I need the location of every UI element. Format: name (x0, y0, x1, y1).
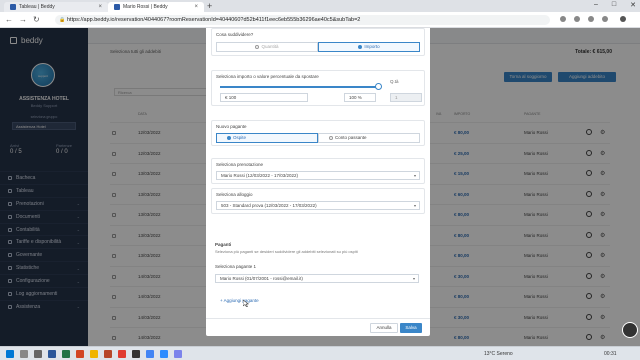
minimize-icon[interactable]: – (594, 1, 598, 9)
option-label: Ospite (233, 135, 247, 140)
room-value: 503 - Standard prova (12/03/2022 - 17/03… (221, 203, 317, 208)
reload-icon[interactable]: ↻ (33, 15, 40, 24)
browser-tab-tableau[interactable]: Tableau | Beddy × (4, 2, 108, 12)
browser-tabbar: Tableau | Beddy × Mario Rossi | Beddy × … (0, 0, 640, 12)
browser-tab-reservation[interactable]: Mario Rossi | Beddy × (108, 2, 204, 12)
app-icon[interactable] (104, 350, 112, 358)
extension-icon[interactable] (588, 16, 594, 22)
quantity-label: Q.tà (390, 79, 399, 84)
split-type-section: Cosa suddividere? Quantità Importo (211, 28, 425, 56)
back-icon[interactable]: ← (5, 15, 13, 24)
option-amount[interactable]: Importo (318, 42, 420, 52)
save-button[interactable]: Salva (400, 323, 422, 333)
quantity-input: 1 (390, 93, 422, 102)
amount-section: Seleziona importo o valore percentuale d… (211, 70, 425, 106)
option-pass-account[interactable]: Conto passante (318, 133, 420, 143)
taskview-icon[interactable] (34, 350, 42, 358)
forward-icon[interactable]: → (19, 15, 27, 24)
new-payer-section: Nuovo pagante Ospite Conto passante (211, 120, 425, 146)
extension-icon[interactable] (574, 16, 580, 22)
system-clock[interactable]: 00:31 (604, 351, 617, 357)
reservation-select[interactable]: Mario Rossi (12/03/2022 - 17/03/2022) ▾ (216, 171, 420, 180)
close-tab-icon[interactable]: × (98, 2, 102, 12)
chevron-down-icon: ▾ (413, 203, 416, 208)
mouse-cursor-icon (243, 300, 249, 307)
url-field[interactable]: 🔒 https://app.beddy.io/reservation/40440… (55, 15, 550, 25)
close-window-icon[interactable]: ✕ (630, 1, 636, 9)
option-label: Conto passante (335, 135, 367, 140)
lock-icon: 🔒 (59, 17, 66, 23)
percentage-slider-track[interactable] (220, 86, 376, 88)
percent-input[interactable]: 100 % (344, 93, 376, 102)
chevron-down-icon: ▾ (412, 276, 415, 281)
payer1-value: Mario Rossi (01/07/2001 - rossi@email.it… (220, 276, 303, 281)
extension-icon[interactable] (560, 16, 566, 22)
radio-checked-icon (358, 44, 363, 49)
powerpoint-icon[interactable] (76, 350, 84, 358)
new-payer-label: Nuovo pagante (216, 124, 247, 129)
slider-label: Seleziona importo o valore percentuale d… (216, 74, 319, 79)
room-select[interactable]: 503 - Standard prova (12/03/2022 - 17/03… (216, 201, 420, 210)
radio-icon (329, 135, 333, 140)
payer1-label: Seleziona pagante 1 (215, 264, 257, 269)
app-icon[interactable] (174, 350, 182, 358)
beddy-favicon (10, 4, 16, 10)
webcam-overlay (622, 322, 638, 338)
app-icon[interactable] (118, 350, 126, 358)
reservation-label: Seleziona prenotazione (216, 162, 264, 167)
payer1-select[interactable]: Mario Rossi (01/07/2001 - rossi@email.it… (215, 274, 419, 283)
maximize-icon[interactable]: □ (612, 1, 616, 9)
radio-checked-icon (227, 135, 231, 140)
windows-start-icon[interactable] (6, 350, 14, 358)
option-guest[interactable]: Ospite (216, 133, 318, 143)
option-quantity[interactable]: Quantità (216, 42, 318, 52)
amount-input[interactable]: € 100 (220, 93, 308, 102)
beddy-favicon (114, 4, 120, 10)
profile-icon[interactable] (602, 16, 608, 22)
address-bar: ← → ↻ 🔒 https://app.beddy.io/reservation… (0, 12, 640, 28)
modal-footer: Annulla Salva (206, 318, 430, 336)
search-icon[interactable] (20, 350, 28, 358)
percentage-slider-handle[interactable] (375, 83, 382, 90)
window-controls: – □ ✕ (594, 1, 636, 9)
weather-widget[interactable]: 13°C Sereno (484, 351, 513, 357)
close-tab-icon[interactable]: × (194, 2, 198, 12)
add-payer-label: Aggiungi pagante (223, 298, 259, 303)
radio-icon (255, 44, 260, 49)
payers-title: Paganti (215, 242, 232, 247)
option-label: Quantità (261, 44, 279, 49)
add-payer-link[interactable]: + Aggiungi pagante (220, 298, 259, 303)
payers-description: Seleziona più paganti se desideri suddiv… (215, 249, 358, 254)
room-label: Seleziona alloggio (216, 192, 253, 197)
cancel-button[interactable]: Annulla (370, 323, 398, 333)
option-label: Importo (364, 44, 380, 49)
chrome-icon[interactable] (146, 350, 154, 358)
excel-icon[interactable] (62, 350, 70, 358)
reservation-section: Seleziona prenotazione Mario Rossi (12/0… (211, 158, 425, 184)
new-tab-button[interactable]: + (207, 1, 212, 11)
chevron-down-icon: ▾ (413, 173, 416, 178)
reservation-value: Mario Rossi (12/03/2022 - 17/03/2022) (221, 173, 299, 178)
split-charge-modal: Cosa suddividere? Quantità Importo Selez… (206, 28, 430, 336)
url-text: https://app.beddy.io/reservation/4044067… (67, 17, 361, 23)
folder-icon[interactable] (90, 350, 98, 358)
room-section: Seleziona alloggio 503 - Standard prova … (211, 188, 425, 214)
taskbar: 13°C Sereno 00:31 (0, 346, 640, 360)
tab-title: Mario Rossi | Beddy (123, 4, 168, 10)
word-icon[interactable] (48, 350, 56, 358)
tab-title: Tableau | Beddy (19, 4, 55, 10)
app-icon[interactable] (160, 350, 168, 358)
app-icon[interactable] (132, 350, 140, 358)
menu-icon[interactable] (620, 16, 626, 22)
split-type-label: Cosa suddividere? (216, 32, 254, 37)
